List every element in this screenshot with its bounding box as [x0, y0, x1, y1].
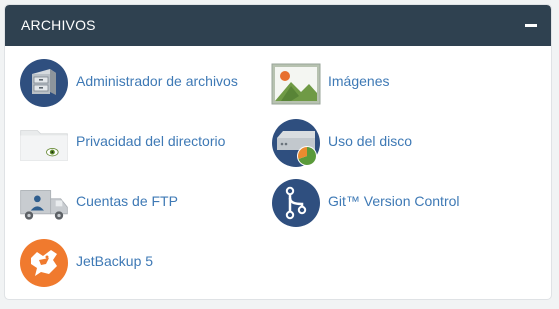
ftp-accounts-link[interactable]: Cuentas de FTP: [19, 178, 269, 228]
git-version-control-label: Git™ Version Control: [328, 193, 460, 209]
images-icon: [271, 58, 321, 108]
file-manager-label: Administrador de archivos: [76, 73, 238, 89]
minus-icon: [525, 24, 537, 27]
file-manager-icon: [19, 58, 69, 108]
directory-privacy-link[interactable]: Privacidad del directorio: [19, 118, 269, 168]
files-panel: ARCHIVOS Administrador de archivos Imáge…: [4, 4, 552, 300]
disk-usage-label: Uso del disco: [328, 133, 413, 149]
jetbackup-icon: [19, 238, 69, 288]
git-version-control-icon: [271, 178, 321, 228]
jetbackup-label: JetBackup 5: [76, 253, 154, 269]
file-manager-link[interactable]: Administrador de archivos: [19, 58, 269, 108]
disk-usage-link[interactable]: Uso del disco: [271, 118, 521, 168]
ftp-accounts-icon: [19, 178, 69, 228]
collapse-button[interactable]: [521, 15, 541, 35]
directory-privacy-label: Privacidad del directorio: [76, 133, 226, 149]
disk-usage-icon: [271, 118, 321, 168]
jetbackup-link[interactable]: JetBackup 5: [19, 238, 269, 288]
panel-header: ARCHIVOS: [5, 5, 551, 46]
images-label: Imágenes: [328, 73, 390, 89]
directory-privacy-icon: [19, 118, 69, 168]
git-version-control-link[interactable]: Git™ Version Control: [271, 178, 521, 228]
panel-title: ARCHIVOS: [21, 17, 96, 33]
images-link[interactable]: Imágenes: [271, 58, 521, 108]
ftp-accounts-label: Cuentas de FTP: [76, 193, 178, 209]
